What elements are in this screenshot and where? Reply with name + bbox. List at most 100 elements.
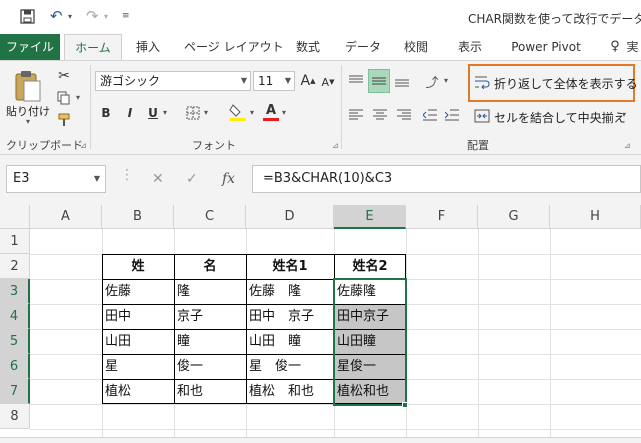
- column-header-e[interactable]: E: [334, 205, 406, 229]
- decrease-indent-icon[interactable]: [420, 105, 440, 125]
- tab-formulas[interactable]: 数式: [290, 34, 326, 60]
- tab-page-layout[interactable]: ページ レイアウト: [184, 34, 284, 60]
- table-cell[interactable]: 京子: [174, 304, 246, 329]
- copy-dropdown-icon[interactable]: ▾: [76, 93, 80, 102]
- row-header-6[interactable]: 6: [0, 354, 30, 379]
- table-cell[interactable]: 星: [102, 354, 174, 379]
- table-cell[interactable]: 植松 和也: [246, 379, 334, 404]
- column-header-h[interactable]: H: [550, 205, 641, 229]
- font-launcher-icon[interactable]: ⊿: [332, 141, 339, 150]
- table-cell[interactable]: 和也: [174, 379, 246, 404]
- align-center-icon[interactable]: [370, 105, 390, 125]
- orientation-icon[interactable]: ⤴: [422, 71, 442, 91]
- table-cell-active[interactable]: 佐藤隆: [334, 279, 406, 304]
- tab-home[interactable]: ホーム: [64, 34, 122, 61]
- tab-view[interactable]: 表示: [454, 34, 486, 60]
- table-cell[interactable]: 隆: [174, 279, 246, 304]
- table-cell[interactable]: 星俊一: [334, 354, 406, 379]
- alignment-launcher-icon[interactable]: ⊿: [624, 141, 631, 150]
- merge-center-button[interactable]: セルを結合して中央揃え: [474, 106, 626, 128]
- table-cell[interactable]: 佐藤 隆: [246, 279, 334, 304]
- formula-bar-splitter-icon[interactable]: ⋮: [120, 167, 134, 183]
- column-header-g[interactable]: G: [478, 205, 550, 229]
- font-color-dropdown-icon[interactable]: ▾: [282, 108, 286, 117]
- fill-color-dropdown-icon[interactable]: ▾: [250, 108, 254, 117]
- save-icon[interactable]: [20, 6, 35, 26]
- tab-data[interactable]: データ: [343, 34, 383, 60]
- row-header-2[interactable]: 2: [0, 254, 30, 279]
- align-bottom-icon[interactable]: [392, 71, 412, 91]
- column-header-c[interactable]: C: [174, 205, 246, 229]
- orientation-dropdown-icon[interactable]: ▾: [444, 76, 448, 85]
- row-header-3[interactable]: 3: [0, 279, 30, 304]
- tab-insert[interactable]: 挿入: [132, 34, 164, 60]
- table-header-cell[interactable]: 姓名1: [246, 254, 334, 279]
- table-cell[interactable]: 山田瞳: [334, 329, 406, 354]
- table-cell[interactable]: 山田 瞳: [246, 329, 334, 354]
- table-cell[interactable]: 植松: [102, 379, 174, 404]
- row-header-5[interactable]: 5: [0, 329, 30, 354]
- column-header-d[interactable]: D: [246, 205, 334, 229]
- undo-dropdown-icon[interactable]: ▾: [68, 6, 72, 26]
- name-box[interactable]: E3 ▼: [6, 165, 106, 193]
- redo-icon[interactable]: ↷: [86, 6, 99, 26]
- font-family-select[interactable]: 游ゴシック ▼: [95, 71, 251, 91]
- table-header-cell[interactable]: 名: [174, 254, 246, 279]
- tab-file[interactable]: ファイル: [0, 34, 60, 60]
- align-left-icon[interactable]: [346, 105, 366, 125]
- table-header-cell[interactable]: 姓: [102, 254, 174, 279]
- insert-function-button[interactable]: fx: [222, 171, 235, 187]
- table-header-cell[interactable]: 姓名2: [334, 254, 406, 279]
- font-size-select[interactable]: 11 ▼: [253, 71, 295, 91]
- format-painter-icon[interactable]: [55, 111, 73, 129]
- merge-dropdown-icon[interactable]: ▾: [622, 110, 626, 119]
- row-header-8[interactable]: 8: [0, 404, 30, 429]
- align-middle-icon[interactable]: [368, 69, 390, 93]
- underline-button[interactable]: U: [145, 103, 161, 123]
- redo-dropdown-icon[interactable]: ▾: [104, 6, 108, 26]
- borders-icon[interactable]: [184, 103, 202, 123]
- cancel-icon[interactable]: ✕: [152, 171, 164, 187]
- column-header-a[interactable]: A: [30, 205, 102, 229]
- underline-dropdown-icon[interactable]: ▾: [163, 108, 167, 117]
- column-header-f[interactable]: F: [406, 205, 478, 229]
- decrease-font-size-button[interactable]: A ▼: [320, 73, 336, 91]
- increase-indent-icon[interactable]: [442, 105, 462, 125]
- table-cell[interactable]: 佐藤: [102, 279, 174, 304]
- table-cell[interactable]: 田中京子: [334, 304, 406, 329]
- clipboard-launcher-icon[interactable]: ⊿: [80, 141, 87, 150]
- row-header-4[interactable]: 4: [0, 304, 30, 329]
- table-cell[interactable]: 田中 京子: [246, 304, 334, 329]
- tab-power-pivot[interactable]: Power Pivot: [508, 34, 584, 60]
- italic-button[interactable]: I: [122, 103, 138, 123]
- cut-icon[interactable]: ✂: [55, 67, 73, 85]
- formula-input[interactable]: =B3&CHAR(10)&C3: [252, 165, 641, 193]
- select-all-corner[interactable]: [0, 205, 30, 229]
- undo-icon[interactable]: ↶: [50, 6, 63, 26]
- table-cell[interactable]: 植松和也: [334, 379, 406, 404]
- tab-tell-me[interactable]: 実: [624, 34, 641, 60]
- tab-review[interactable]: 校閲: [400, 34, 432, 60]
- wrap-text-button[interactable]: 折り返して全体を表示する: [474, 72, 638, 94]
- align-right-icon[interactable]: [394, 105, 414, 125]
- table-cell[interactable]: 田中: [102, 304, 174, 329]
- table-cell[interactable]: 瞳: [174, 329, 246, 354]
- row-header-7[interactable]: 7: [0, 379, 30, 404]
- customize-qat-icon[interactable]: ≡: [122, 6, 130, 26]
- borders-dropdown-icon[interactable]: ▾: [204, 108, 208, 117]
- column-header-b[interactable]: B: [102, 205, 174, 229]
- fill-color-icon[interactable]: [228, 101, 248, 123]
- align-top-icon[interactable]: [346, 71, 366, 91]
- row-header-1[interactable]: 1: [0, 229, 30, 254]
- font-color-button[interactable]: A: [262, 101, 280, 123]
- bold-button[interactable]: B: [98, 103, 114, 123]
- table-cell[interactable]: 山田: [102, 329, 174, 354]
- table-cell[interactable]: 俊一: [174, 354, 246, 379]
- increase-font-size-button[interactable]: A ▲: [299, 71, 317, 91]
- copy-icon[interactable]: [55, 89, 73, 107]
- paste-dropdown-icon[interactable]: ▾: [26, 117, 30, 126]
- paste-button[interactable]: [8, 67, 46, 105]
- enter-icon[interactable]: ✓: [186, 171, 198, 187]
- lightbulb-icon[interactable]: ♀: [608, 34, 622, 60]
- table-cell[interactable]: 星 俊一: [246, 354, 334, 379]
